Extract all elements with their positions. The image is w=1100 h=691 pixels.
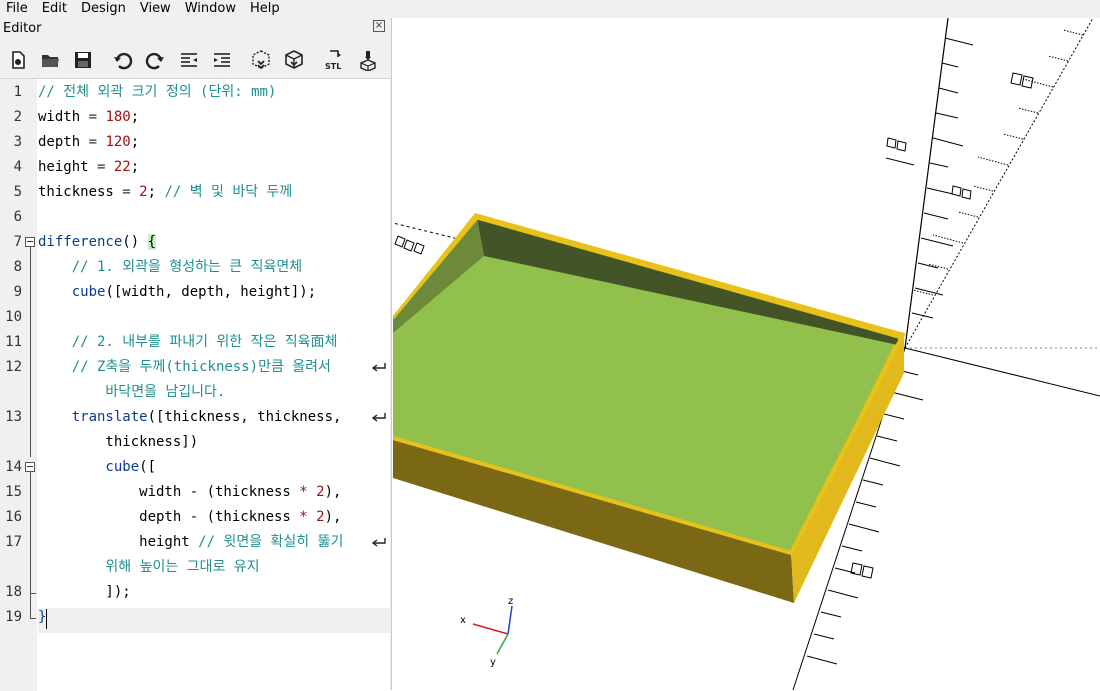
fold-end xyxy=(30,593,36,594)
3d-viewport[interactable]: x z y xyxy=(393,18,1100,690)
fold-toggle-icon[interactable] xyxy=(25,462,35,472)
text-cursor xyxy=(46,609,47,629)
code-line: translate([thickness, thickness, xyxy=(38,409,342,425)
open-file-icon[interactable] xyxy=(37,47,63,73)
gizmo-x-axis xyxy=(472,623,509,635)
menu-file[interactable]: File xyxy=(0,0,35,18)
export-stl-icon[interactable]: STL xyxy=(322,47,348,73)
gizmo-z-axis xyxy=(507,605,513,635)
line-number: 15 xyxy=(5,484,22,500)
gizmo-x-label: x xyxy=(460,615,466,626)
redo-icon[interactable] xyxy=(142,47,168,73)
code-line: // 1. 외곽을 형성하는 큰 직육면체 xyxy=(38,259,303,275)
line-number: 5 xyxy=(13,184,22,200)
code-line: // 전체 외곽 크기 정의 (단위: mm) xyxy=(38,84,277,100)
render-icon[interactable] xyxy=(281,47,307,73)
line-number: 16 xyxy=(5,509,22,525)
axis-gizmo: x z y xyxy=(460,596,513,668)
stl-label: STL xyxy=(325,62,341,71)
code-line: width - (thickness * 2), xyxy=(38,484,342,500)
code-line: width = 180; xyxy=(38,109,140,125)
code-line: 위해 높이는 그대로 유지 xyxy=(38,559,260,575)
line-number: 19 xyxy=(5,609,22,625)
code-line: cube([width, depth, height]); xyxy=(38,284,317,300)
menu-window[interactable]: Window xyxy=(178,0,243,18)
z-axis-ticks xyxy=(911,37,974,319)
wrap-indicator-icon xyxy=(371,413,386,422)
y-neg-axis-ticks xyxy=(912,29,1084,296)
fold-toggle-icon[interactable] xyxy=(25,237,35,247)
code-line: thickness = 2; // 벽 및 바닥 두께 xyxy=(38,184,293,200)
indent-icon[interactable] xyxy=(209,47,235,73)
close-icon[interactable]: × xyxy=(373,20,385,32)
x-axis-line xyxy=(904,347,1100,397)
wrap-indicator-icon xyxy=(371,363,386,372)
new-file-icon[interactable] xyxy=(5,47,31,73)
fold-guide xyxy=(30,247,31,457)
gizmo-y-axis xyxy=(496,633,509,655)
menu-edit[interactable]: Edit xyxy=(35,0,74,18)
line-number: 12 xyxy=(5,359,22,375)
line-number: 13 xyxy=(5,409,22,425)
code-line: thickness]) xyxy=(38,434,199,450)
unindent-icon[interactable] xyxy=(176,47,202,73)
code-line: height = 22; xyxy=(38,159,140,175)
fold-guide xyxy=(30,472,31,618)
code-editor[interactable]: 1 2 3 4 5 6 7 8 9 10 11 12 13 14 15 16 1… xyxy=(0,78,390,691)
line-number: 11 xyxy=(5,334,22,350)
undo-icon[interactable] xyxy=(110,47,136,73)
line-number: 8 xyxy=(13,259,22,275)
line-number: 1 xyxy=(13,84,22,100)
line-number: 9 xyxy=(13,284,22,300)
menu-help[interactable]: Help xyxy=(243,0,287,18)
line-number: 2 xyxy=(13,109,22,125)
line-number: 14 xyxy=(5,459,22,475)
z-axis-line xyxy=(904,18,949,349)
code-line: depth - (thickness * 2), xyxy=(38,509,342,525)
menu-design[interactable]: Design xyxy=(74,0,133,18)
menu-view[interactable]: View xyxy=(133,0,178,18)
menu-bar: File Edit Design View Window Help xyxy=(0,0,1100,18)
scene: x z y xyxy=(393,18,1100,690)
save-icon[interactable] xyxy=(70,47,96,73)
editor-panel: Editor × STL 1 2 3 4 5 6 7 8 9 10 11 12 … xyxy=(0,18,392,691)
code-line: // 2. 내부를 파내기 위한 작은 직육面체 xyxy=(38,334,338,350)
gizmo-y-label: y xyxy=(490,657,496,668)
code-line: height // 윗면을 확실히 뚫기 xyxy=(38,534,344,550)
code-line: cube([ xyxy=(38,459,157,475)
code-line: // Z축을 두께(thickness)만큼 올려서 xyxy=(38,359,331,375)
current-line-highlight xyxy=(38,608,390,633)
line-number: 6 xyxy=(13,209,22,225)
wrap-indicator-icon xyxy=(371,538,386,547)
fold-end xyxy=(30,618,36,619)
code-line: ]); xyxy=(38,584,131,600)
line-number: 18 xyxy=(5,584,22,600)
line-number: 17 xyxy=(5,534,22,550)
code-line: difference() { xyxy=(38,234,157,250)
3d-print-icon[interactable] xyxy=(355,47,381,73)
code-line: depth = 120; xyxy=(38,134,140,150)
line-number: 4 xyxy=(13,159,22,175)
y-axis-neg-line xyxy=(904,18,1094,349)
gizmo-z-label: z xyxy=(508,596,513,607)
editor-toolbar: STL xyxy=(0,42,392,78)
line-number: 10 xyxy=(5,309,22,325)
line-number: 7 xyxy=(13,234,22,250)
preview-icon[interactable] xyxy=(248,47,274,73)
line-number: 3 xyxy=(13,134,22,150)
editor-title: Editor xyxy=(3,21,42,36)
code-line: 바닥면을 남깁니다. xyxy=(38,384,226,400)
